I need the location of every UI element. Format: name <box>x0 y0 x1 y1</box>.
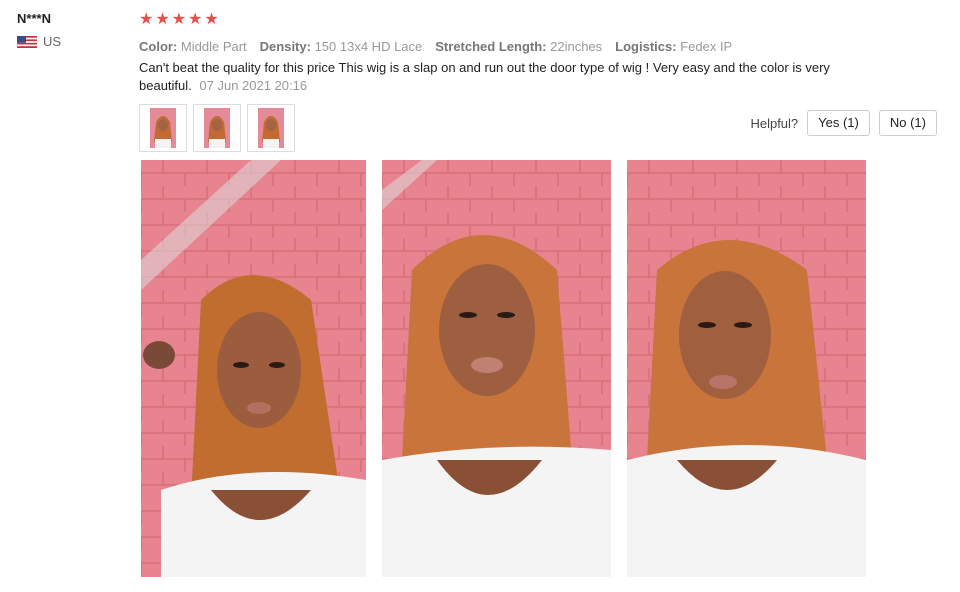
helpful-no-button[interactable]: No (1) <box>878 110 937 136</box>
us-flag-icon <box>17 35 37 48</box>
attr-logistics: Logistics: Fedex IP <box>615 39 733 54</box>
star-icon: ★ <box>139 11 154 28</box>
attr-color: Color: Middle Part <box>139 39 247 54</box>
country-label: US <box>43 34 62 49</box>
thumbnail-2[interactable] <box>193 104 241 152</box>
photo-image-icon <box>627 160 866 577</box>
thumbnail-1[interactable] <box>139 104 187 152</box>
attr-density: Density: 150 13x4 HD Lace <box>259 39 423 54</box>
helpful-label: Helpful? <box>750 115 799 131</box>
attr-length: Stretched Length: 22inches <box>435 39 603 54</box>
helpful-yes-button[interactable]: Yes (1) <box>807 110 870 136</box>
star-icon: ★ <box>171 11 187 28</box>
star-icon: ★ <box>155 11 170 28</box>
thumbnail-image-icon <box>258 108 284 148</box>
review-text: Can't beat the quality for this price Th… <box>139 59 839 95</box>
star-icon: ★ <box>204 11 219 28</box>
photo-image-icon <box>141 160 366 577</box>
review-date: 07 Jun 2021 20:16 <box>199 78 308 93</box>
reviewer-name: N***N <box>17 11 51 26</box>
star-rating: ★ ★ ★ ★ ★ <box>139 11 939 29</box>
helpful-section: Helpful? Yes (1) No (1) <box>750 110 937 136</box>
reviewer-country: US <box>17 34 61 49</box>
review-photo-3[interactable] <box>627 160 866 577</box>
review-photo-2[interactable] <box>382 160 611 577</box>
review-content: ★ ★ ★ ★ ★ Color: Middle Part Density: 15… <box>139 11 939 152</box>
photo-thumbnails <box>139 104 295 152</box>
thumbnail-image-icon <box>204 108 230 148</box>
photo-image-icon <box>382 160 611 577</box>
review-photo-1[interactable] <box>141 160 366 577</box>
sku-attributes: Color: Middle Part Density: 150 13x4 HD … <box>139 39 939 54</box>
thumbnail-image-icon <box>150 108 176 148</box>
star-icon: ★ <box>188 11 203 28</box>
thumbnail-3[interactable] <box>247 104 295 152</box>
reviewer-info: N***N US <box>17 11 61 49</box>
